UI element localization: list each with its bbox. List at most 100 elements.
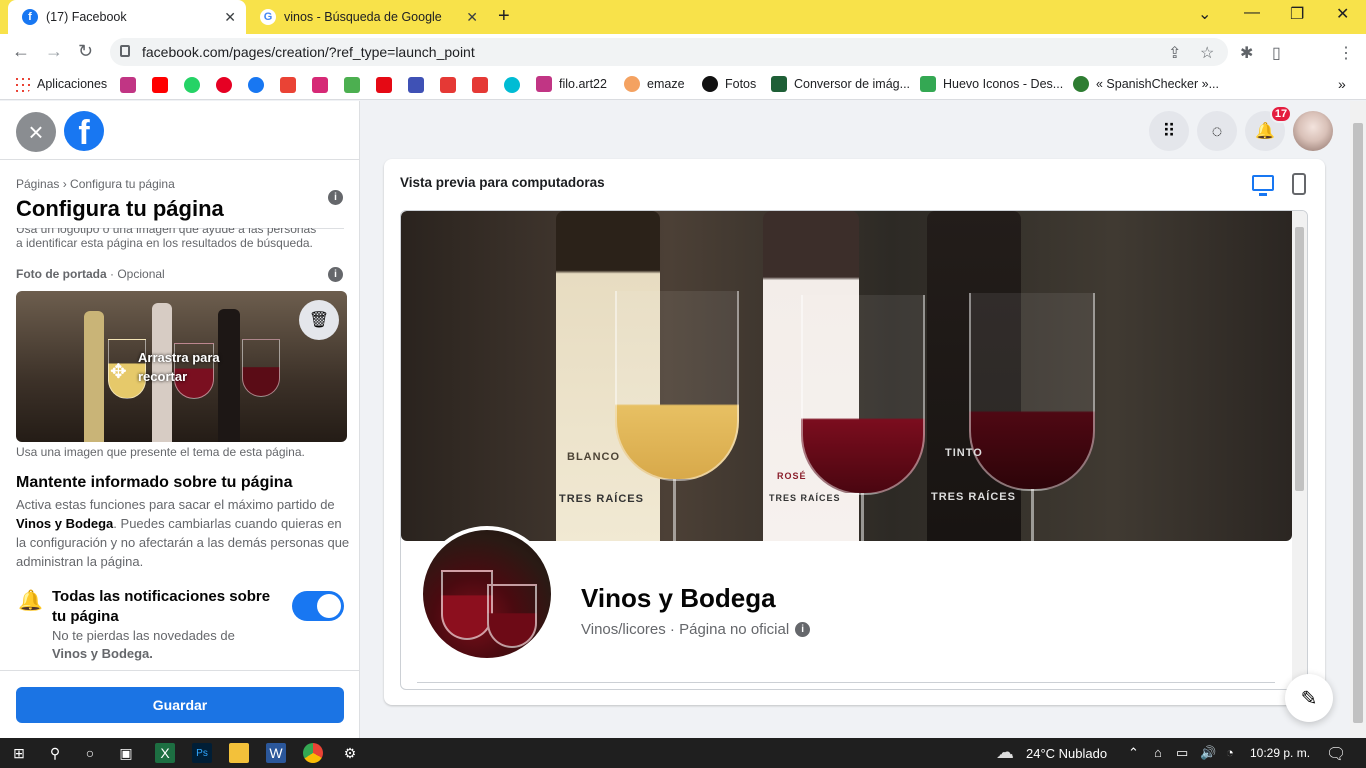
new-tab-plus-icon[interactable]: + (498, 5, 510, 28)
breadcrumb[interactable]: Páginas › Configura tu página (16, 177, 175, 191)
whatsapp-icon[interactable] (184, 77, 200, 93)
chrome-icon[interactable] (303, 743, 323, 763)
bookmark-fotos[interactable]: Fotos (702, 76, 756, 92)
cortana-circle-icon[interactable]: ○ (80, 743, 100, 763)
network-icon[interactable]: ⌂ (1154, 745, 1162, 760)
restore-icon[interactable]: ❐ (1290, 4, 1304, 24)
menu-grid-button[interactable]: ⠿ (1149, 111, 1189, 151)
action-center-icon[interactable]: 🗨 (1326, 744, 1346, 764)
more-bookmarks-chevron-icon[interactable]: » (1338, 76, 1346, 92)
desktop-monitor-icon[interactable] (1252, 175, 1274, 196)
browser-toolbar: ← → ↻ facebook.com/pages/creation/?ref_t… (0, 34, 1366, 96)
share-icon[interactable]: ⇪ (1168, 43, 1181, 63)
youtube-icon[interactable] (152, 77, 168, 93)
save-button[interactable]: Guardar (16, 687, 344, 723)
bottle-label: ROSÉ (777, 471, 807, 481)
netflix-icon[interactable] (376, 77, 392, 93)
notifications-toggle[interactable] (292, 591, 344, 621)
close-tab-icon[interactable]: ✕ (466, 9, 478, 26)
bookmark-label: emaze (647, 77, 685, 91)
tab-search-chevron-icon[interactable]: ⌄ (1198, 4, 1211, 24)
tab-title: (17) Facebook (46, 10, 127, 24)
edit-compose-button[interactable]: ✎ (1285, 674, 1333, 722)
heart-icon[interactable] (472, 77, 488, 93)
instagram-icon[interactable] (312, 77, 328, 93)
word-icon[interactable]: W (266, 743, 286, 763)
bookmark-filo[interactable]: filo.art22 (536, 76, 607, 92)
bookmark-emaze[interactable]: emaze (624, 76, 685, 92)
page-setup-panel: × f Páginas › Configura tu página Config… (0, 101, 360, 738)
account-avatar[interactable] (1293, 111, 1333, 151)
tab-google[interactable]: G vinos - Búsqueda de Google ✕ (246, 0, 488, 34)
volume-icon[interactable]: 🔊 (1200, 745, 1216, 761)
profile-photo-note: Usa un logotipo o una imagen que ayude a… (16, 228, 317, 250)
side-panel-icon[interactable]: ▯ (1272, 43, 1281, 63)
bookmark-apps[interactable]: Aplicaciones (14, 76, 107, 92)
excel-icon[interactable]: X (155, 743, 175, 763)
task-view-icon[interactable]: ▣ (116, 743, 136, 763)
facebook-favicon-icon: f (22, 9, 38, 25)
glass-shape (615, 291, 739, 481)
bookmark-icon[interactable] (120, 77, 136, 93)
drag-move-icon: ✥ (110, 361, 127, 383)
bookmark-conversor[interactable]: Conversor de imág... (771, 76, 910, 92)
tab-facebook[interactable]: f (17) Facebook ✕ (8, 0, 246, 34)
tab-title: vinos - Búsqueda de Google (284, 10, 442, 24)
windows-taskbar: ⊞ ⚲ ○ ▣ X Ps W ⚙ ☁ 24°C Nublado ⌃ ⌂ ▭ 🔊 … (0, 738, 1366, 768)
bookmark-icon[interactable] (408, 77, 424, 93)
drag-to-crop-text: Arrastra para recortar (138, 350, 220, 384)
page-scrollbar[interactable] (1350, 101, 1366, 738)
cover-photo-label-text: Foto de portada (16, 267, 107, 281)
extensions-puzzle-icon[interactable]: ✱ (1240, 43, 1253, 63)
bookmark-star-icon[interactable]: ☆ (1200, 43, 1214, 63)
page-name-inline: Vinos y Bodega. (52, 646, 153, 661)
facebook-logo-icon[interactable]: f (64, 111, 104, 151)
bookmark-huevo[interactable]: Huevo Iconos - Des... (920, 76, 1063, 92)
back-arrow-icon[interactable]: ← (12, 41, 30, 62)
panel-footer: Guardar (0, 670, 359, 738)
battery-icon[interactable]: ▭ (1176, 745, 1188, 761)
bookmark-icon[interactable] (344, 77, 360, 93)
star-icon[interactable] (440, 77, 456, 93)
file-explorer-icon[interactable] (229, 743, 249, 763)
preview-scrollbar[interactable] (1292, 211, 1307, 689)
messenger-icon: ◌ (1211, 120, 1223, 141)
facebook-icon[interactable] (248, 77, 264, 93)
grid-menu-icon: ⠿ (1162, 120, 1176, 141)
bookmark-spanishchecker[interactable]: « SpanishChecker »... (1073, 76, 1219, 92)
bottle-label: TRES RAÍCES (931, 491, 1016, 503)
glass-shape (487, 584, 537, 648)
forward-arrow-icon[interactable]: → (45, 41, 63, 62)
window-close-icon[interactable]: ✕ (1336, 4, 1349, 24)
mobile-phone-icon[interactable] (1292, 173, 1306, 195)
close-tab-icon[interactable]: ✕ (224, 9, 236, 26)
delete-cover-button[interactable]: 🗑 (299, 300, 339, 340)
info-icon[interactable]: i (328, 190, 343, 205)
scrollbar-thumb[interactable] (1353, 123, 1363, 723)
address-bar[interactable]: facebook.com/pages/creation/?ref_type=la… (110, 38, 1228, 66)
toggle-knob (317, 594, 341, 618)
glass-stem (861, 493, 864, 541)
page-name-inline: Vinos y Bodega (16, 516, 114, 531)
weather-text[interactable]: 24°C Nublado (1026, 746, 1107, 761)
photoshop-icon[interactable]: Ps (192, 743, 212, 763)
minimize-icon[interactable]: — (1244, 4, 1260, 22)
messenger-button[interactable]: ◌ (1197, 111, 1237, 151)
scrollbar-thumb[interactable] (1295, 227, 1304, 491)
close-icon: × (28, 116, 44, 147)
info-icon[interactable]: i (328, 267, 343, 282)
clock-time[interactable]: 10:29 p. m. (1250, 746, 1310, 760)
search-icon[interactable]: ⚲ (45, 743, 65, 763)
section-title: Mantente informado sobre tu página (16, 474, 293, 491)
menu-kebab-icon[interactable]: ⋮ (1338, 43, 1354, 63)
gmail-icon[interactable] (280, 77, 296, 93)
wifi-icon[interactable]: ◔ (1226, 745, 1234, 760)
info-icon[interactable]: i (795, 622, 811, 637)
canva-icon[interactable] (504, 77, 520, 93)
settings-gear-icon[interactable]: ⚙ (340, 743, 360, 763)
chevron-up-icon[interactable]: ⌃ (1128, 745, 1139, 761)
reload-icon[interactable]: ↻ (78, 41, 93, 62)
windows-start-icon[interactable]: ⊞ (9, 743, 29, 763)
close-button[interactable]: × (16, 112, 56, 152)
pinterest-icon[interactable] (216, 77, 232, 93)
